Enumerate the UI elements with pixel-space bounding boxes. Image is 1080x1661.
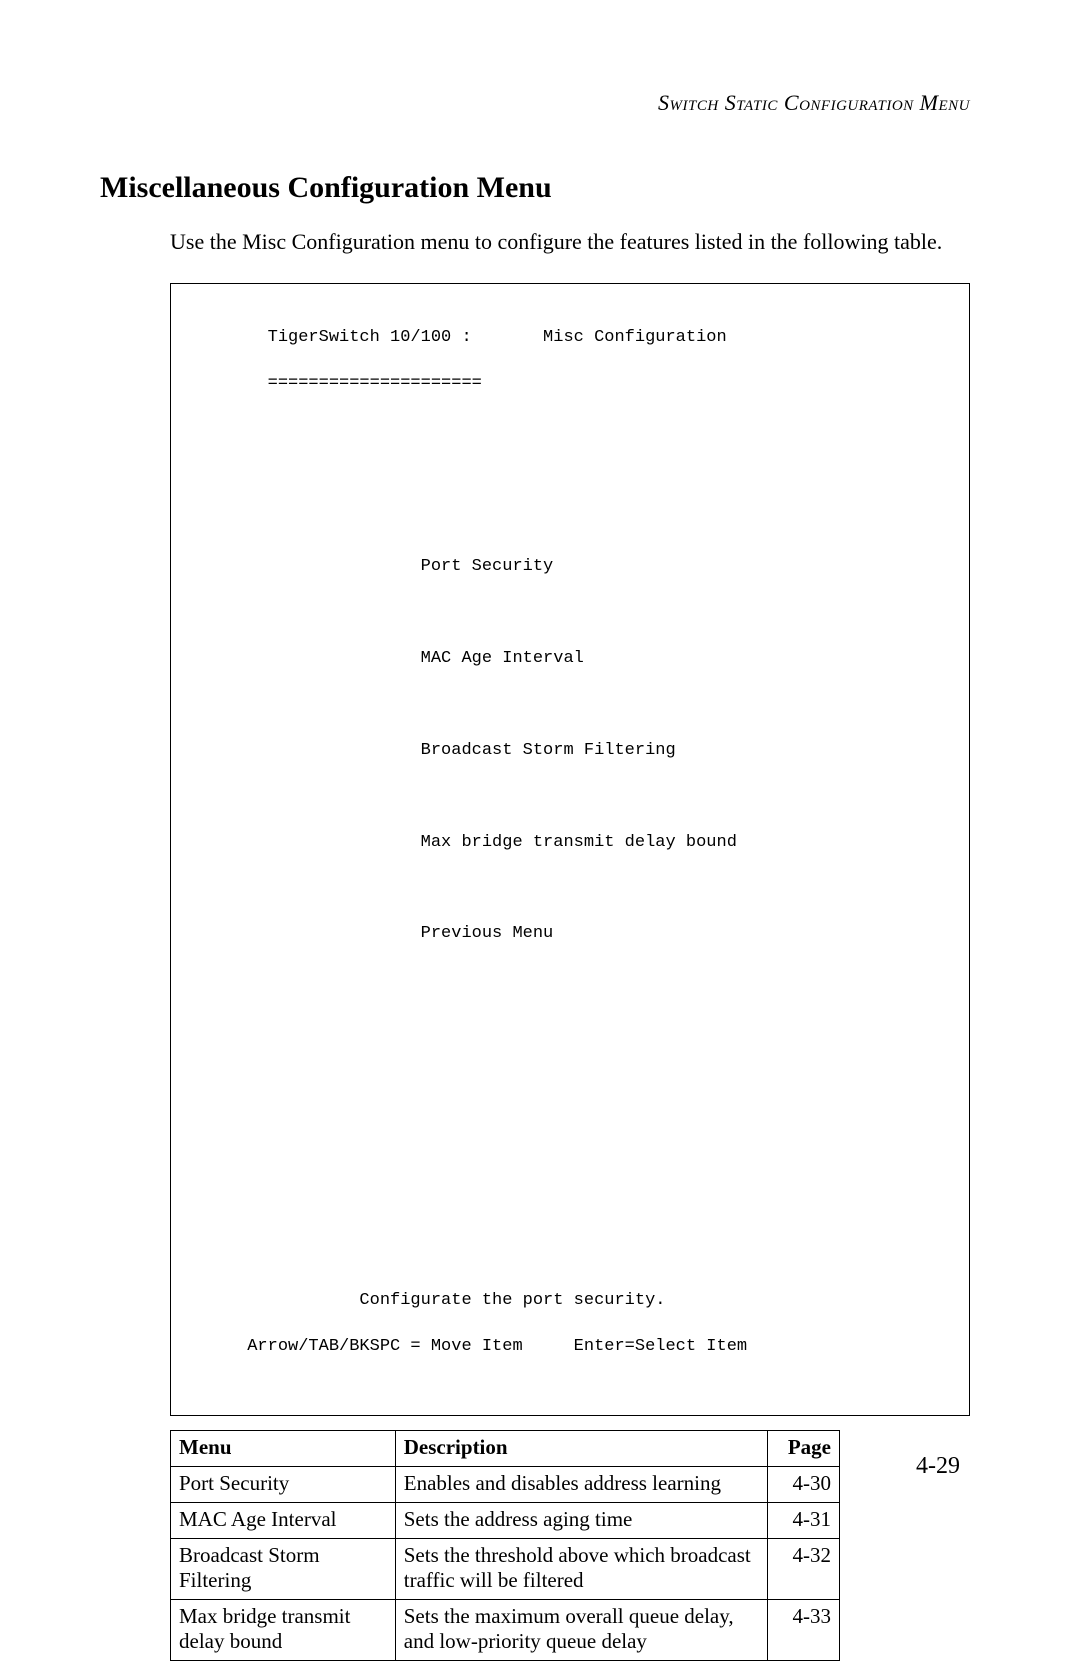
table-cell-page: 4-30 [768, 1467, 840, 1503]
intro-paragraph: Use the Misc Configuration menu to confi… [170, 225, 970, 258]
table-row: Port Security Enables and disables addre… [171, 1467, 840, 1503]
table-cell-menu: Max bridge transmit delay bound [171, 1600, 396, 1661]
terminal-menu-item: Port Security [186, 556, 954, 579]
table-cell-description: Sets the address aging time [395, 1503, 767, 1539]
feature-table: Menu Description Page Port Security Enab… [170, 1430, 840, 1661]
terminal-hint: Configurate the port security. [186, 1290, 954, 1313]
table-row: Max bridge transmit delay bound Sets the… [171, 1600, 840, 1661]
terminal-underline: ===================== [186, 373, 954, 396]
terminal-menu-item: MAC Age Interval [186, 648, 954, 671]
table-row: Broadcast Storm Filtering Sets the thres… [171, 1539, 840, 1600]
terminal-menu-item: Previous Menu [186, 923, 954, 946]
table-row: MAC Age Interval Sets the address aging … [171, 1503, 840, 1539]
table-cell-description: Enables and disables address learning [395, 1467, 767, 1503]
table-header-menu: Menu [171, 1431, 396, 1467]
table-cell-menu: Broadcast Storm Filtering [171, 1539, 396, 1600]
table-cell-menu: Port Security [171, 1467, 396, 1503]
table-cell-menu: MAC Age Interval [171, 1503, 396, 1539]
table-header-page: Page [768, 1431, 840, 1467]
table-cell-page: 4-31 [768, 1503, 840, 1539]
terminal-menu-item: Max bridge transmit delay bound [186, 832, 954, 855]
table-header-row: Menu Description Page [171, 1431, 840, 1467]
terminal-title: TigerSwitch 10/100 : Misc Configuration [186, 327, 954, 350]
terminal-screenshot: TigerSwitch 10/100 : Misc Configuration … [170, 283, 970, 1416]
table-header-description: Description [395, 1431, 767, 1467]
section-heading: Miscellaneous Configuration Menu [100, 171, 970, 205]
page-number: 4-29 [916, 1453, 960, 1480]
running-header: Switch Static Configuration Menu [100, 90, 970, 116]
table-cell-page: 4-32 [768, 1539, 840, 1600]
table-cell-page: 4-33 [768, 1600, 840, 1661]
table-cell-description: Sets the threshold above which broadcast… [395, 1539, 767, 1600]
terminal-menu-item: Broadcast Storm Filtering [186, 740, 954, 763]
terminal-nav: Arrow/TAB/BKSPC = Move Item Enter=Select… [186, 1336, 954, 1359]
table-cell-description: Sets the maximum overall queue delay, an… [395, 1600, 767, 1661]
